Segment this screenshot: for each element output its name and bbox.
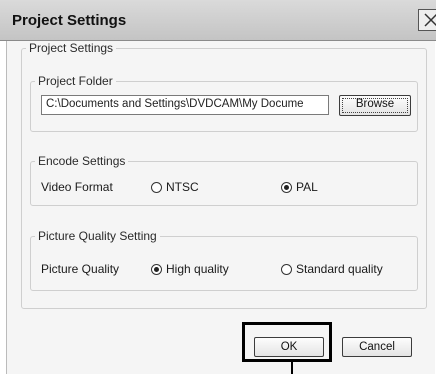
radio-selected-dot [154, 267, 159, 272]
close-button[interactable] [418, 9, 436, 31]
browse-button[interactable]: Browse [339, 95, 411, 116]
project-settings-group-label: Project Settings [29, 41, 114, 55]
cancel-button[interactable]: Cancel [342, 337, 412, 357]
title-bar: Project Settings [0, 0, 436, 41]
radio-ntsc-label[interactable]: NTSC [166, 180, 199, 194]
video-format-label: Video Format [41, 180, 113, 194]
project-folder-path-field[interactable]: C:\Documents and Settings\DVDCAM\My Docu… [41, 95, 329, 115]
radio-ntsc-indicator[interactable] [151, 182, 162, 193]
close-x-icon [424, 13, 436, 27]
cancel-button-label: Cancel [359, 341, 395, 353]
project-folder-group-label: Project Folder [38, 74, 113, 88]
callout-pointer-line [291, 362, 293, 374]
dialog-title: Project Settings [12, 12, 127, 29]
picture-quality-group: Picture Quality Setting [30, 229, 418, 291]
picture-quality-group-label: Picture Quality Setting [38, 229, 157, 243]
radio-standard-quality-indicator[interactable] [281, 264, 292, 275]
encode-settings-group-label: Encode Settings [38, 154, 126, 168]
radio-high-quality-label[interactable]: High quality [166, 262, 229, 276]
radio-selected-dot [284, 185, 289, 190]
radio-pal-indicator[interactable] [281, 182, 292, 193]
browse-button-label: Browse [355, 98, 395, 110]
radio-high-quality-indicator[interactable] [151, 264, 162, 275]
radio-standard-quality-label[interactable]: Standard quality [296, 262, 383, 276]
ok-callout-highlight-box [242, 322, 332, 362]
radio-pal-label[interactable]: PAL [296, 180, 318, 194]
picture-quality-label: Picture Quality [41, 262, 120, 276]
